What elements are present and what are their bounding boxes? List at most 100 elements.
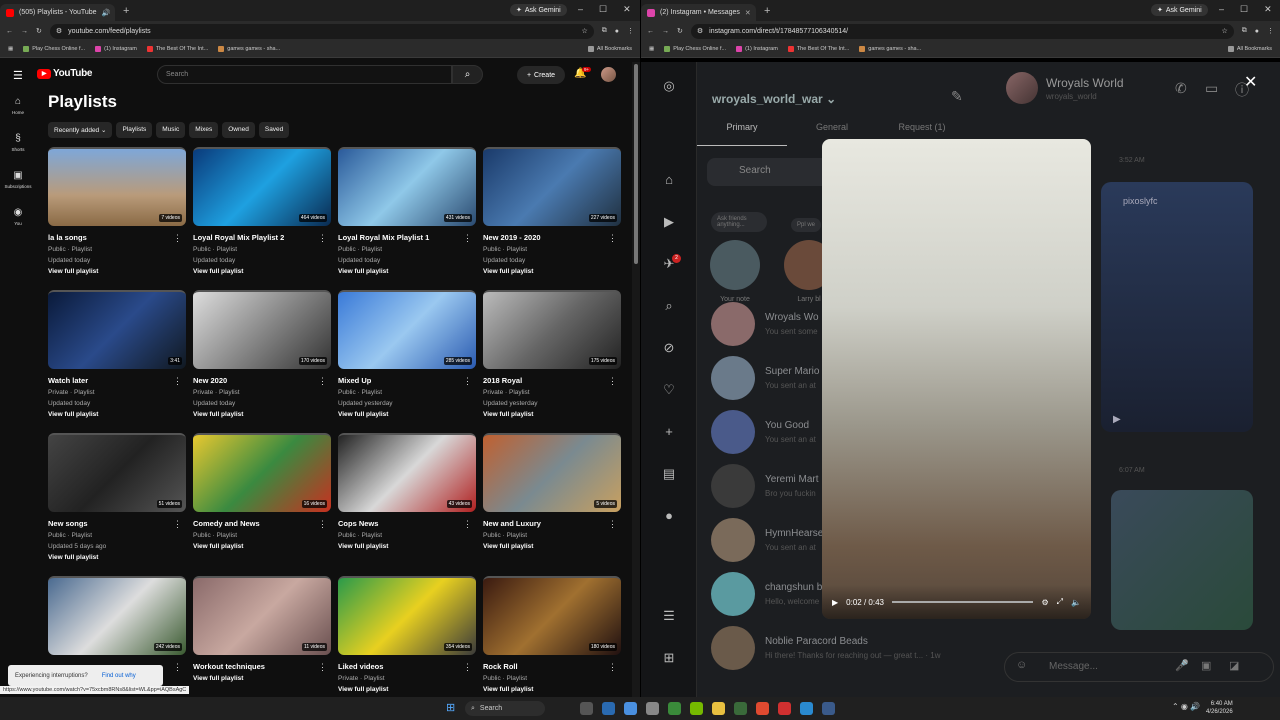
reload-icon[interactable]: ↻ [36, 27, 42, 35]
more-options-icon[interactable]: ⋮ [463, 233, 472, 244]
tab-youtube[interactable]: (505) Playlists - YouTube🔊✕ [0, 4, 115, 21]
shared-post-image[interactable]: pixoslyfc ▶ [1101, 182, 1253, 432]
playlist-title[interactable]: New and Luxury [483, 519, 621, 528]
more-options-icon[interactable]: ⋮ [608, 233, 617, 244]
settings-icon[interactable]: ⚙ [1041, 598, 1048, 607]
bookmark-star-icon[interactable]: ☆ [1221, 27, 1227, 35]
minimize-icon[interactable]: – [1219, 4, 1224, 15]
more-options-icon[interactable]: ⋮ [608, 662, 617, 673]
playlist-thumbnail[interactable]: 285 videos [338, 290, 476, 369]
playlist-card[interactable]: 242 videos ⋮ [48, 576, 186, 672]
ask-gemini-button[interactable]: ✦ Ask Gemini [510, 4, 567, 16]
search-input[interactable]: Search [157, 65, 452, 84]
maximize-icon[interactable]: ☐ [1240, 4, 1248, 15]
view-full-playlist-link[interactable]: View full playlist [338, 541, 476, 552]
bookmark-instagram[interactable]: (1) Instagram [95, 46, 137, 52]
play-icon[interactable]: ▶ [832, 598, 838, 607]
app-icon[interactable] [778, 702, 791, 715]
video-viewer[interactable]: ▶ 0:02 / 0:43 ⚙ ⤢ 🔈 [822, 139, 1091, 619]
playlist-title[interactable]: New 2020 [193, 376, 331, 385]
emoji-icon[interactable]: ☺ [1016, 659, 1027, 671]
conversation-row[interactable]: Noblie Paracord Beads Hi there! Thanks fo… [697, 620, 967, 676]
view-full-playlist-link[interactable]: View full playlist [193, 673, 331, 684]
chip-music[interactable]: Music [156, 122, 186, 138]
video-progress-bar[interactable] [891, 601, 1034, 603]
more-menu-icon[interactable]: ☰ [659, 608, 679, 624]
playlist-title[interactable]: Loyal Royal Mix Playlist 2 [193, 233, 331, 242]
chip-mixes[interactable]: Mixes [189, 122, 219, 138]
chat-avatar[interactable] [1006, 72, 1038, 104]
clock[interactable]: 6:40 AM 4/26/2026 [1206, 700, 1233, 716]
playlist-title[interactable]: la la songs [48, 233, 186, 242]
new-message-icon[interactable]: ✎ [951, 88, 963, 105]
more-options-icon[interactable]: ⋮ [318, 662, 327, 673]
guide-home[interactable]: ⌂ Home [0, 96, 36, 133]
explore-icon[interactable]: ⊘ [659, 340, 679, 356]
playlist-title[interactable]: Rock Roll [483, 662, 621, 671]
nvidia-icon[interactable] [690, 702, 703, 715]
back-icon[interactable]: ← [647, 28, 654, 35]
chip-playlists[interactable]: Playlists [116, 122, 153, 138]
instagram-logo-icon[interactable]: ◎ [659, 78, 679, 94]
minimize-icon[interactable]: – [578, 4, 583, 15]
search-icon[interactable]: ⌕ [659, 298, 679, 314]
chip-saved[interactable]: Saved [258, 122, 290, 138]
settings-app-icon[interactable] [646, 702, 659, 715]
playlist-card[interactable]: 285 videos ⋮ Mixed Up Public · Playlist U… [338, 290, 476, 420]
phone-call-icon[interactable]: ✆ [1175, 80, 1187, 97]
url-field[interactable]: ⚙ youtube.com/feed/playlists ☆ [49, 23, 594, 39]
find-out-why-link[interactable]: Find out why [102, 673, 136, 679]
app-icon[interactable] [734, 702, 747, 715]
playlist-title[interactable]: Loyal Royal Mix Playlist 1 [338, 233, 476, 242]
playlist-thumbnail[interactable]: 11 videos [193, 576, 331, 655]
bookmark-chess[interactable]: Play Chess Online f... [664, 46, 726, 52]
sticker-icon[interactable]: ◪ [1229, 659, 1239, 672]
app-icon[interactable] [668, 702, 681, 715]
playlist-thumbnail[interactable]: 175 videos [483, 290, 621, 369]
playlist-thumbnail[interactable]: 227 videos [483, 147, 621, 226]
new-tab-button[interactable]: + [123, 5, 129, 17]
playlist-thumbnail[interactable]: 180 videos [483, 576, 621, 655]
playlist-card[interactable]: 16 videos ⋮ Comedy and News Public · Pla… [193, 433, 331, 552]
mute-icon[interactable]: 🔊 [102, 9, 111, 17]
microphone-icon[interactable]: 🎤 [1175, 659, 1189, 672]
more-options-icon[interactable]: ⋮ [608, 376, 617, 387]
playlist-card[interactable]: 5 videos ⋮ New and Luxury Public · Playl… [483, 433, 621, 552]
close-tab-icon[interactable]: ✕ [745, 9, 751, 17]
reels-icon[interactable]: ▶ [659, 214, 679, 230]
chat-name[interactable]: Wroyals World [1046, 76, 1124, 90]
create-icon[interactable]: + [659, 424, 679, 439]
more-options-icon[interactable]: ⋮ [173, 662, 182, 673]
bookmark-instagram[interactable]: (1) Instagram [736, 46, 778, 52]
app-icon[interactable] [624, 702, 637, 715]
view-full-playlist-link[interactable]: View full playlist [48, 409, 186, 420]
url-field[interactable]: ⚙ instagram.com/direct/t/1784857710634051… [690, 23, 1234, 39]
profile-avatar-icon[interactable]: ● [659, 508, 679, 523]
bookmark-star-icon[interactable]: ☆ [581, 27, 587, 35]
site-info-icon[interactable]: ⚙ [56, 27, 62, 35]
guide-you[interactable]: ◉ You [0, 207, 36, 244]
more-options-icon[interactable]: ⋮ [463, 519, 472, 530]
playlist-title[interactable]: New songs [48, 519, 186, 528]
chip-recently-added[interactable]: Recently added ⌄ [48, 122, 113, 138]
all-bookmarks-button[interactable]: All Bookmarks [1227, 46, 1272, 52]
bookmark-chess[interactable]: Play Chess Online f... [23, 46, 85, 52]
playlist-thumbnail[interactable]: 464 videos [193, 147, 331, 226]
playlist-card[interactable]: 3:41 ⋮ Watch later Private · Playlist Upd… [48, 290, 186, 420]
more-options-icon[interactable]: ⋮ [173, 376, 182, 387]
site-info-icon[interactable]: ⚙ [697, 27, 703, 35]
tab-instagram[interactable]: (2) Instagram • Messages ✕ [641, 4, 756, 21]
note-bubble[interactable]: Ask friends anything... [711, 212, 767, 232]
playlist-title[interactable]: Mixed Up [338, 376, 476, 385]
view-full-playlist-link[interactable]: View full playlist [483, 409, 621, 420]
volume-icon[interactable]: 🔈 [1071, 598, 1081, 607]
playlist-thumbnail[interactable]: 431 videos [338, 147, 476, 226]
video-call-icon[interactable]: ▭ [1205, 80, 1218, 97]
playlist-card[interactable]: 11 videos ⋮ Workout techniques View full… [193, 576, 331, 684]
playlist-title[interactable]: Comedy and News [193, 519, 331, 528]
edge-icon[interactable] [800, 702, 813, 715]
view-full-playlist-link[interactable]: View full playlist [48, 552, 186, 563]
page-scrollbar[interactable] [632, 62, 640, 697]
view-full-playlist-link[interactable]: View full playlist [338, 409, 476, 420]
forward-icon[interactable]: → [662, 28, 669, 35]
